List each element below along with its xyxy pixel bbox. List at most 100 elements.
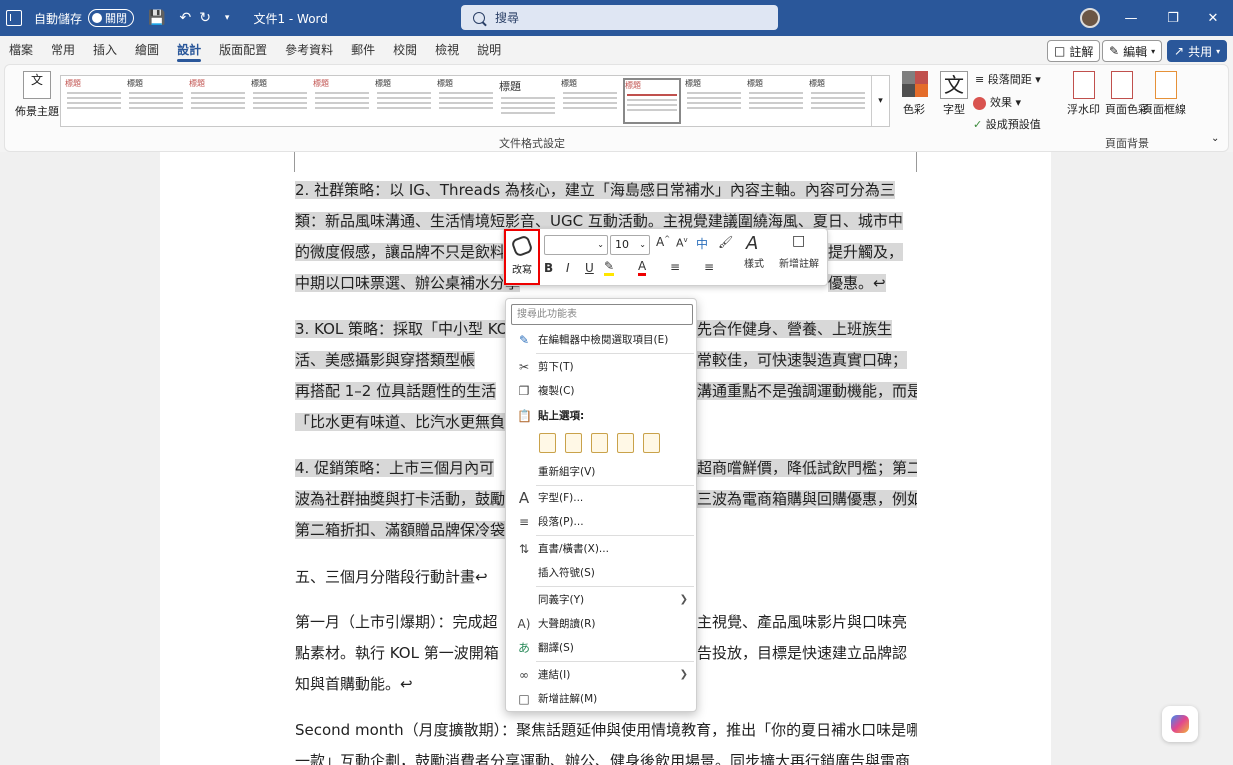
watermark-icon[interactable] (1073, 71, 1095, 99)
tab-4[interactable]: 設計 (168, 36, 210, 64)
restore-icon[interactable]: ❐ (1156, 0, 1190, 36)
collapse-ribbon-icon[interactable]: ⌄ (1211, 133, 1219, 144)
menu-item-font[interactable]: A 字型(F)... (506, 487, 696, 509)
menu-item-review-in-editor[interactable]: ✎ 在編輯器中檢閱選取項目(E) (506, 329, 696, 351)
style-set-thumbnail[interactable]: 標題 (685, 78, 743, 124)
menu-item-new-comment[interactable]: □ 新增註解(M) (506, 688, 696, 710)
editing-button[interactable]: ✎ 編輯 ▾ (1102, 40, 1163, 62)
undo-icon[interactable]: ↶ (179, 10, 191, 26)
effects-button[interactable]: 效果 ▾ (973, 94, 1021, 110)
colors-icon[interactable] (902, 71, 928, 97)
menu-item-label: 剪下(T) (538, 361, 574, 373)
font-name-select[interactable]: ⌄ (544, 235, 608, 255)
menu-item-reconvert[interactable]: 重新組字(V) (506, 461, 696, 483)
tab-8[interactable]: 校閱 (384, 36, 426, 64)
style-set-thumbnail[interactable]: 標題 (623, 78, 681, 124)
gallery-more-button[interactable]: ▾ (871, 76, 889, 126)
comments-button[interactable]: □ 註解 (1047, 40, 1101, 62)
shrink-font-icon[interactable]: Av (676, 236, 688, 250)
autosave-state: 關閉 (105, 12, 128, 25)
page-borders-icon[interactable] (1155, 71, 1177, 99)
paste-merge-format-icon[interactable] (565, 433, 582, 453)
style-set-thumbnail[interactable]: 標題 (437, 78, 495, 124)
menu-item-copy[interactable]: ❐ 複製(C) (506, 380, 696, 402)
tab-3[interactable]: 繪圖 (126, 36, 168, 64)
thumbnail-text-line (191, 102, 245, 104)
set-as-default-button[interactable]: ✓ 設成預設值 (973, 116, 1041, 132)
paste-keep-source-icon[interactable] (539, 433, 556, 453)
paragraph-icon: ≡ (518, 515, 530, 529)
tab-10[interactable]: 說明 (468, 36, 510, 64)
context-menu-search-input[interactable]: 搜尋此功能表 (511, 304, 693, 325)
redo-icon[interactable]: ↻ (199, 10, 211, 26)
menu-item-translate[interactable]: あ翻譯(S) (506, 637, 696, 659)
share-button[interactable]: ↗ 共用 ▾ (1167, 40, 1228, 62)
thumbnail-text-line (129, 97, 183, 99)
text-line: 第二箱折扣、滿額贈品牌保冷袋 (295, 521, 506, 539)
paste-keep-text-icon[interactable] (591, 433, 608, 453)
thumbnail-text-line (315, 97, 369, 99)
close-icon[interactable]: ✕ (1196, 0, 1230, 36)
page-color-icon[interactable] (1111, 71, 1133, 99)
numbering-icon[interactable]: ≡ (704, 260, 714, 274)
menu-separator (536, 661, 694, 662)
style-set-thumbnail[interactable]: 標題 (251, 78, 309, 124)
autosave-toggle[interactable]: 關閉 (88, 9, 135, 27)
word-app-icon[interactable] (6, 10, 22, 26)
thumbnail-text-line (749, 97, 803, 99)
customize-qat-icon[interactable]: ▾ (225, 13, 230, 23)
avatar[interactable] (1080, 8, 1100, 28)
style-set-thumbnail[interactable]: 標題 (747, 78, 805, 124)
menu-item-link[interactable]: ∞ 連結(I) ❯ (506, 664, 696, 686)
themes-button[interactable]: 文 佈景主題 (11, 71, 63, 119)
menu-item-paragraph[interactable]: ≡ 段落(P)... (506, 511, 696, 533)
grow-font-icon[interactable]: A^ (656, 235, 670, 249)
bold-icon[interactable]: B (544, 261, 553, 275)
style-set-thumbnail[interactable]: 標題 (499, 78, 557, 124)
tab-7[interactable]: 郵件 (342, 36, 384, 64)
styles-icon[interactable]: A (746, 233, 758, 254)
underline-icon[interactable]: U (585, 261, 594, 275)
rewrite-button[interactable]: 改寫 (504, 229, 540, 285)
style-set-thumbnail[interactable]: 標題 (127, 78, 185, 124)
copilot-floating-button[interactable] (1162, 706, 1198, 742)
thumbnail-text-line (377, 97, 431, 99)
menu-item-synonyms[interactable]: 同義字(Y) ❯ (506, 589, 696, 611)
menu-item-insert-symbol[interactable]: 插入符號(S) (506, 562, 696, 584)
comments-label: 註解 (1069, 44, 1094, 59)
tab-1[interactable]: 常用 (42, 36, 84, 64)
menu-item-label: 直書/橫書(X)... (538, 543, 609, 555)
menu-item-read-aloud[interactable]: A) 大聲朗讀(R) (506, 613, 696, 635)
menu-item-text-direction[interactable]: ⇅ 直書/橫書(X)... (506, 538, 696, 560)
format-painter-icon[interactable]: 🖌 (718, 235, 733, 249)
paragraph-month-two[interactable]: Second month（月度擴散期）：聚焦話題延伸與使用情境教育，推出「你的夏… (295, 715, 917, 765)
fonts-icon[interactable]: 文 (940, 71, 968, 99)
style-set-thumbnail[interactable]: 標題 (809, 78, 867, 124)
style-set-thumbnail[interactable]: 標題 (65, 78, 123, 124)
tab-9[interactable]: 檢視 (426, 36, 468, 64)
tab-2[interactable]: 插入 (84, 36, 126, 64)
menu-item-cut[interactable]: ✂ 剪下(T) (506, 356, 696, 378)
style-set-thumbnail[interactable]: 標題 (375, 78, 433, 124)
style-set-thumbnail[interactable]: 標題 (561, 78, 619, 124)
minimize-icon[interactable]: — (1114, 0, 1148, 36)
bullets-icon[interactable]: ≡ (670, 260, 680, 274)
new-comment-icon[interactable]: □ (792, 233, 805, 249)
font-size-select[interactable]: 10 ⌄ (610, 235, 650, 255)
style-set-thumbnail[interactable]: 標題 (189, 78, 247, 124)
highlight-color-icon[interactable]: ✎ (604, 259, 615, 276)
thumbnail-text-line (811, 97, 865, 99)
paste-picture-icon[interactable] (617, 433, 634, 453)
search-box[interactable]: 搜尋 (461, 5, 778, 30)
style-set-thumbnail[interactable]: 標題 (313, 78, 371, 124)
tab-6[interactable]: 參考資料 (276, 36, 342, 64)
italic-icon[interactable]: I (566, 261, 570, 275)
font-color-icon[interactable]: A (638, 259, 647, 276)
paste-text-only-icon[interactable] (643, 433, 660, 453)
thumbnail-text-line (439, 97, 493, 99)
phonetic-guide-icon[interactable]: 中 (696, 235, 708, 252)
save-icon[interactable]: 💾 (148, 10, 165, 26)
tab-5[interactable]: 版面配置 (210, 36, 276, 64)
tab-0[interactable]: 檔案 (0, 36, 42, 64)
paragraph-spacing-button[interactable]: ≡ 段落間距 ▾ (975, 71, 1041, 87)
